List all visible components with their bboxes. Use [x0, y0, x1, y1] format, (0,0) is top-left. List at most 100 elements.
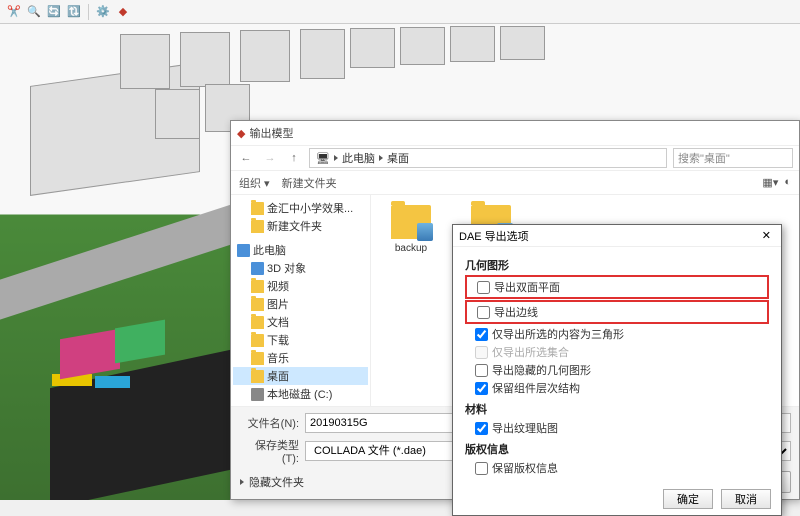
option-checkbox[interactable]	[477, 306, 490, 319]
tree-item-label: 桌面	[267, 368, 289, 384]
section-header: 几何图形	[465, 257, 769, 273]
option-row: 仅导出所选的内容为三角形	[465, 325, 769, 343]
option-label: 保留版权信息	[492, 460, 558, 476]
organize-button[interactable]: 组织 ▾	[239, 175, 270, 191]
options-cancel-button[interactable]: 取消	[721, 489, 771, 509]
folder-icon	[251, 202, 264, 215]
search-input[interactable]: 搜索"桌面"	[673, 148, 793, 168]
pc-icon	[237, 244, 250, 257]
nav-forward-icon[interactable]: →	[261, 149, 279, 167]
close-icon[interactable]: ✕	[758, 229, 775, 242]
separator	[88, 4, 89, 20]
tree-item-label: 金汇中小学效果...	[267, 200, 353, 216]
tree-item[interactable]: 本地磁盘 (C:)	[233, 385, 368, 403]
option-checkbox[interactable]	[477, 281, 490, 294]
hide-folders-toggle[interactable]: 隐藏文件夹	[239, 474, 304, 490]
dialog-title-text: 输出模型	[249, 125, 293, 141]
file-item[interactable]: backup	[381, 205, 441, 254]
file-label: backup	[395, 243, 427, 254]
option-row: 导出纹理贴图	[465, 419, 769, 437]
dialog-nav-bar: ← → ↑ 🖥 此电脑 桌面 搜索"桌面"	[231, 145, 799, 171]
filename-label: 文件名(N):	[239, 415, 299, 431]
tree-item[interactable]: 图片	[233, 295, 368, 313]
ok-button[interactable]: 确定	[663, 489, 713, 509]
option-checkbox	[475, 346, 488, 359]
scissors-icon[interactable]: ✂️	[6, 4, 22, 20]
tree-item[interactable]: 文档	[233, 313, 368, 331]
dialog-titlebar[interactable]: ◆ 输出模型	[231, 121, 799, 145]
option-checkbox[interactable]	[475, 462, 488, 475]
magnifier-icon[interactable]: 🔍	[26, 4, 42, 20]
chevron-right-icon	[379, 155, 383, 161]
options-title-text: DAE 导出选项	[459, 228, 529, 244]
folder-icon	[251, 280, 264, 293]
option-row: 导出隐藏的几何图形	[465, 361, 769, 379]
folder-tree[interactable]: 金汇中小学效果... 新建文件夹此电脑 3D 对象视频图片文档下载音乐桌面本地磁盘 …	[231, 195, 371, 406]
highlight-box: 导出双面平面	[465, 275, 769, 299]
option-row: 导出边线	[467, 303, 767, 321]
help-icon[interactable]: ◐	[784, 176, 791, 189]
option-checkbox[interactable]	[475, 328, 488, 341]
option-label: 导出隐藏的几何图形	[492, 362, 591, 378]
tree-item-label: 下载	[267, 332, 289, 348]
tree-item[interactable]: 音乐	[233, 349, 368, 367]
folder-icon	[251, 220, 264, 233]
tree-item-label: 新建文件夹	[267, 218, 322, 234]
search-placeholder: 搜索"桌面"	[678, 150, 730, 166]
option-label: 导出边线	[494, 304, 538, 320]
new-folder-button[interactable]: 新建文件夹	[282, 175, 337, 191]
folder-icon	[251, 298, 264, 311]
option-row: 保留版权信息	[465, 459, 769, 477]
tree-item[interactable]: 此电脑	[233, 241, 368, 259]
nav-back-icon[interactable]: ←	[237, 149, 255, 167]
dae-options-dialog: DAE 导出选项 ✕ 几何图形导出双面平面导出边线仅导出所选的内容为三角形仅导出…	[452, 224, 782, 516]
tree-item[interactable]: 金汇中小学效果...	[233, 199, 368, 217]
nav-up-icon[interactable]: ↑	[285, 149, 303, 167]
rotate-cw-icon[interactable]: 🔄	[46, 4, 62, 20]
section-header: 材料	[465, 401, 769, 417]
tree-item[interactable]: 桌面	[233, 367, 368, 385]
dialog-toolbar: 组织 ▾ 新建文件夹 ▦▾ ◐	[231, 171, 799, 195]
option-label: 仅导出所选的内容为三角形	[492, 326, 624, 342]
tree-item-label: 3D 对象	[267, 260, 306, 276]
option-checkbox[interactable]	[475, 382, 488, 395]
option-label: 保留组件层次结构	[492, 380, 580, 396]
breadcrumb-item[interactable]: 桌面	[387, 150, 409, 166]
option-checkbox[interactable]	[475, 364, 488, 377]
breadcrumb-item[interactable]: 此电脑	[342, 150, 375, 166]
app-toolbar: ✂️ 🔍 🔄 🔃 ⚙️ ◆	[0, 0, 800, 24]
folder-icon	[251, 334, 264, 347]
breadcrumb[interactable]: 🖥 此电脑 桌面	[309, 148, 667, 168]
tree-item[interactable]: 下载	[233, 331, 368, 349]
option-label: 导出纹理贴图	[492, 420, 558, 436]
folder-icon	[251, 370, 264, 383]
highlight-box: 导出边线	[465, 300, 769, 324]
breadcrumb-root-icon: 🖥	[316, 152, 330, 165]
tree-item[interactable]: 视频	[233, 277, 368, 295]
option-row: 保留组件层次结构	[465, 379, 769, 397]
section-header: 版权信息	[465, 441, 769, 457]
folder-icon	[251, 352, 264, 365]
option-row: 导出双面平面	[467, 278, 767, 296]
tree-item[interactable]: 3D 对象	[233, 259, 368, 277]
ruby-icon[interactable]: ◆	[115, 4, 131, 20]
option-label: 导出双面平面	[494, 279, 560, 295]
tree-item-label: 文档	[267, 314, 289, 330]
option-checkbox[interactable]	[475, 422, 488, 435]
view-icons-button[interactable]: ▦▾	[762, 176, 778, 189]
options-titlebar[interactable]: DAE 导出选项 ✕	[453, 225, 781, 247]
settings-icon[interactable]: ⚙️	[95, 4, 111, 20]
folder-icon	[391, 205, 431, 239]
pc-icon	[251, 262, 264, 275]
tree-item-label: 视频	[267, 278, 289, 294]
option-row: 仅导出所选集合	[465, 343, 769, 361]
rotate-ccw-icon[interactable]: 🔃	[66, 4, 82, 20]
tree-item-label: 音乐	[267, 350, 289, 366]
tree-item[interactable]: 新建文件夹	[233, 217, 368, 235]
tree-item-label: 此电脑	[253, 242, 286, 258]
chevron-right-icon	[334, 155, 338, 161]
folder-icon	[251, 316, 264, 329]
tree-item-label: 本地磁盘 (C:)	[267, 386, 332, 402]
option-label: 仅导出所选集合	[492, 344, 569, 360]
chevron-up-icon	[240, 479, 244, 485]
